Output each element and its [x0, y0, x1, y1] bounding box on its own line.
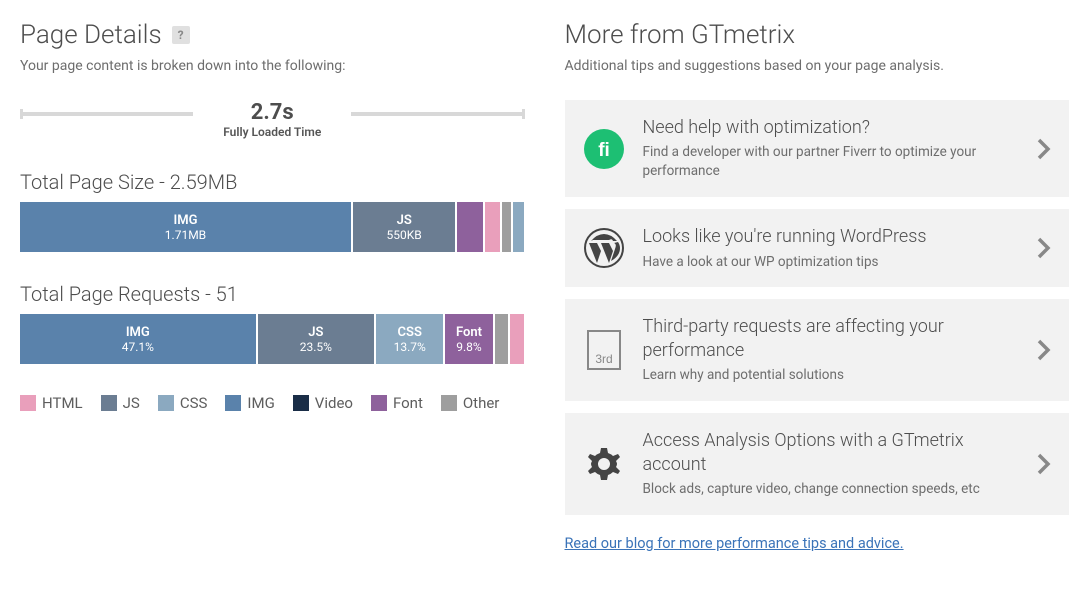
tip-title: Access Analysis Options with a GTmetrix … — [643, 429, 1020, 476]
segment-font[interactable]: Font9.8% — [445, 314, 494, 364]
page-requests-bar: IMG47.1%JS23.5%CSS13.7%Font9.8% — [20, 314, 525, 364]
load-time-label: Fully Loaded Time — [223, 125, 321, 139]
tip-title: Looks like you're running WordPress — [643, 225, 1020, 248]
tip-fiverr[interactable]: fi Need help with optimization? Find a d… — [565, 100, 1070, 197]
page-size-title: Total Page Size - 2.59MB — [20, 170, 525, 194]
blog-link[interactable]: Read our blog for more performance tips … — [565, 535, 904, 552]
tip-wordpress[interactable]: Looks like you're running WordPress Have… — [565, 209, 1070, 287]
svg-text:3rd: 3rd — [595, 352, 612, 366]
tip-desc: Have a look at our WP optimization tips — [643, 253, 1020, 272]
chevron-right-icon — [1037, 237, 1051, 259]
legend: HTML JS CSS IMG Video Font Other — [20, 394, 525, 412]
page-size-bar: IMG1.71MBJS550KB — [20, 202, 525, 252]
tip-desc: Find a developer with our partner Fiverr… — [643, 143, 1020, 181]
fiverr-icon: fi — [583, 128, 625, 170]
svg-text:fi: fi — [598, 140, 610, 161]
more-subtitle: Additional tips and suggestions based on… — [565, 58, 1070, 74]
segment-img[interactable]: IMG1.71MB — [20, 202, 353, 252]
legend-item-img: IMG — [225, 394, 274, 412]
wordpress-icon — [583, 227, 625, 269]
legend-item-video: Video — [293, 394, 353, 412]
legend-label: Other — [463, 394, 500, 412]
tip-account-options[interactable]: Access Analysis Options with a GTmetrix … — [565, 413, 1070, 515]
legend-label: JS — [123, 394, 140, 412]
chevron-right-icon — [1037, 138, 1051, 160]
legend-label: CSS — [180, 394, 208, 412]
legend-item-html: HTML — [20, 394, 83, 412]
segment-other[interactable] — [495, 314, 510, 364]
load-time-indicator: 2.7s Fully Loaded Time — [20, 100, 525, 140]
legend-swatch — [293, 395, 309, 411]
legend-swatch — [371, 395, 387, 411]
legend-item-js: JS — [101, 394, 140, 412]
segment-js[interactable]: JS23.5% — [258, 314, 377, 364]
chevron-right-icon — [1037, 453, 1051, 475]
segment-font[interactable] — [457, 202, 485, 252]
legend-item-other: Other — [441, 394, 500, 412]
legend-swatch — [20, 395, 36, 411]
segment-html[interactable] — [510, 314, 525, 364]
page-details-title-text: Page Details — [20, 20, 162, 50]
segment-html[interactable] — [485, 202, 502, 252]
segment-js[interactable]: JS550KB — [353, 202, 457, 252]
segment-css[interactable]: CSS13.7% — [376, 314, 445, 364]
legend-swatch — [441, 395, 457, 411]
more-title: More from GTmetrix — [565, 20, 1070, 50]
legend-item-font: Font — [371, 394, 423, 412]
legend-swatch — [158, 395, 174, 411]
tip-third-party[interactable]: 3rd Third-party requests are affecting y… — [565, 299, 1070, 401]
help-icon[interactable]: ? — [172, 26, 190, 44]
tip-desc: Block ads, capture video, change connect… — [643, 480, 1020, 499]
legend-label: Video — [315, 394, 353, 412]
tip-desc: Learn why and potential solutions — [643, 366, 1020, 385]
legend-swatch — [225, 395, 241, 411]
tip-title: Third-party requests are affecting your … — [643, 315, 1020, 362]
legend-item-css: CSS — [158, 394, 208, 412]
legend-swatch — [101, 395, 117, 411]
chevron-right-icon — [1037, 339, 1051, 361]
third-party-icon: 3rd — [583, 329, 625, 371]
segment-img[interactable]: IMG47.1% — [20, 314, 258, 364]
legend-label: IMG — [247, 394, 274, 412]
legend-label: HTML — [42, 394, 83, 412]
page-details-subtitle: Your page content is broken down into th… — [20, 58, 525, 74]
segment-other[interactable] — [502, 202, 513, 252]
gear-icon — [583, 443, 625, 485]
page-details-title: Page Details ? — [20, 20, 525, 50]
load-time-value: 2.7s — [223, 100, 321, 125]
segment-css[interactable] — [513, 202, 524, 252]
page-requests-title: Total Page Requests - 51 — [20, 282, 525, 306]
tip-title: Need help with optimization? — [643, 116, 1020, 139]
legend-label: Font — [393, 394, 423, 412]
